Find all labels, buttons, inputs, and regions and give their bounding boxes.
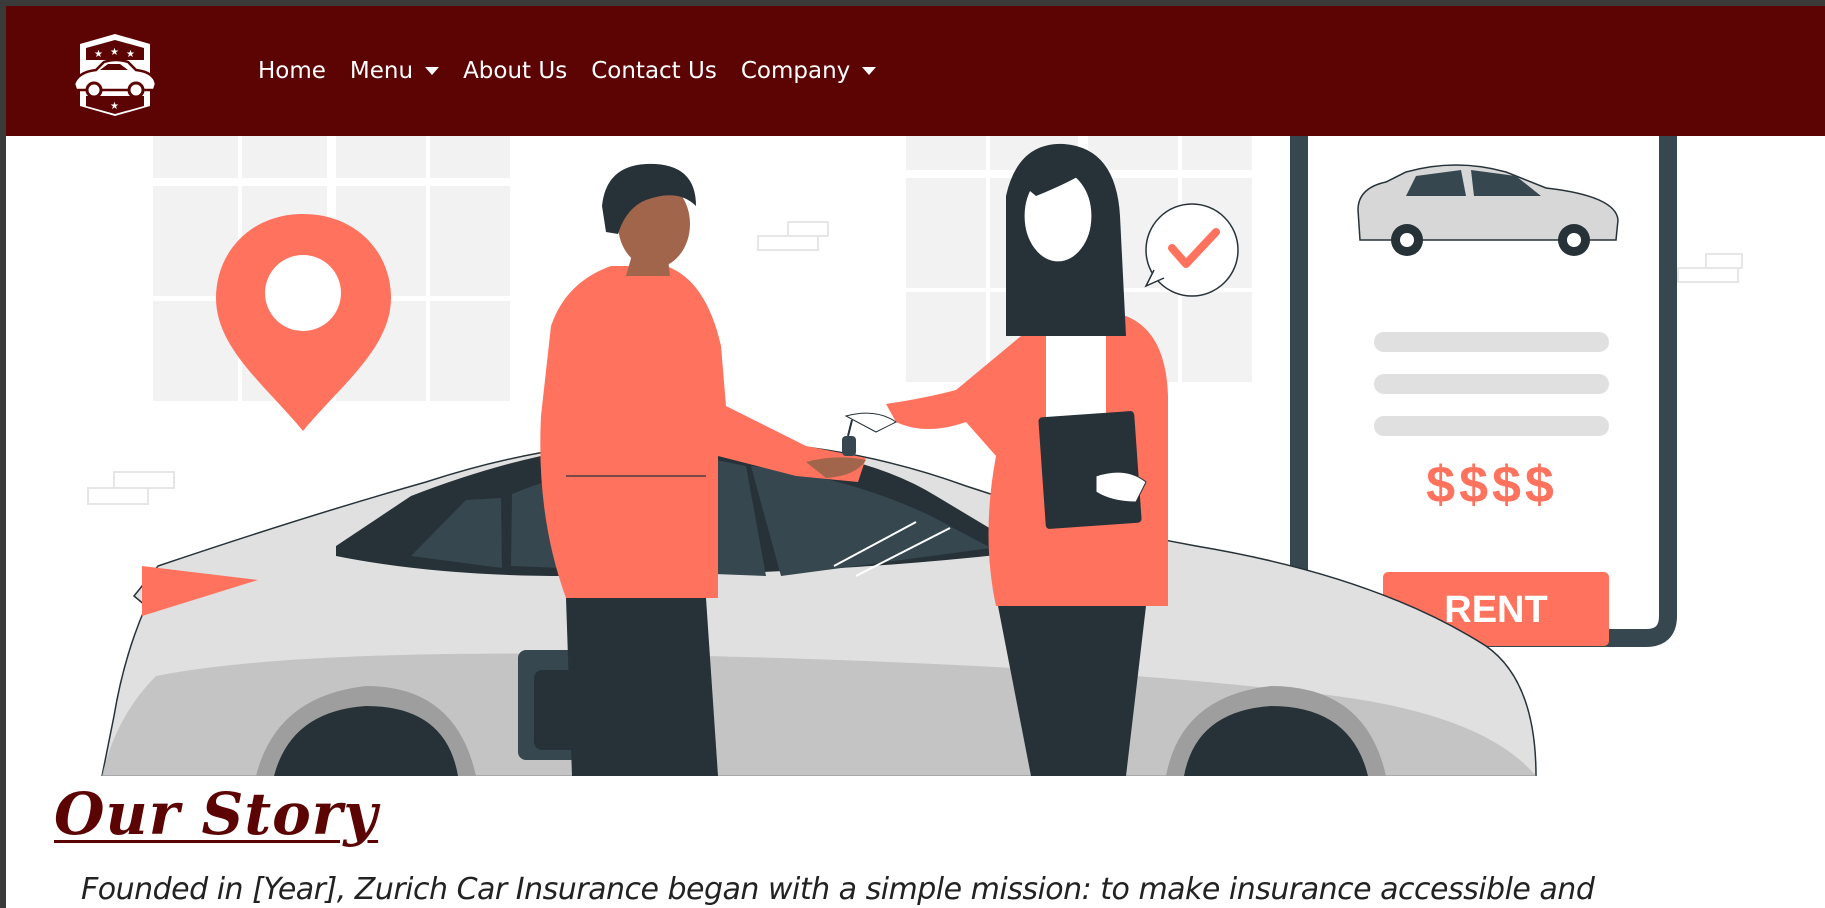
svg-text:★: ★ [110, 101, 119, 112]
nav-item-label: About Us [463, 58, 568, 84]
browser-viewport: ★ ★ ★ ★ Home Menu About Us Contact Us Co… [6, 6, 1825, 908]
nav-item-contact-us[interactable]: Contact Us [579, 58, 729, 84]
nav-links: Home Menu About Us Contact Us Company [246, 6, 888, 136]
phone-mockup: $$$$ RENT [1290, 136, 1677, 647]
rent-button-label: RENT [1444, 589, 1547, 631]
story-paragraph: Founded in [Year], Zurich Car Insurance … [81, 872, 1595, 907]
nav-item-company-dropdown[interactable]: Company [729, 58, 888, 84]
nav-item-home[interactable]: Home [246, 58, 338, 84]
caret-down-icon [862, 67, 877, 75]
svg-text:★: ★ [126, 49, 135, 60]
nav-item-label: Menu [349, 58, 414, 84]
caret-down-icon [425, 67, 440, 75]
hero-illustration: $$$$ RENT [6, 136, 1825, 777]
price-text: $$$$ [1426, 456, 1558, 514]
nav-item-label: Contact Us [591, 58, 717, 84]
svg-text:★: ★ [110, 47, 119, 58]
nav-item-label: Company [740, 58, 851, 84]
navbar: ★ ★ ★ ★ Home Menu About Us Contact Us Co… [6, 6, 1825, 136]
nav-item-menu-dropdown[interactable]: Menu [338, 58, 451, 84]
section-title: Our Story [54, 780, 379, 848]
checkmark-speech-bubble-icon [1144, 203, 1239, 297]
car-badge-logo-icon[interactable]: ★ ★ ★ ★ [70, 32, 160, 118]
svg-text:★: ★ [94, 49, 103, 60]
nav-item-label: Home [258, 58, 326, 84]
nav-item-about-us[interactable]: About Us [451, 58, 579, 84]
key-icon [842, 419, 856, 456]
